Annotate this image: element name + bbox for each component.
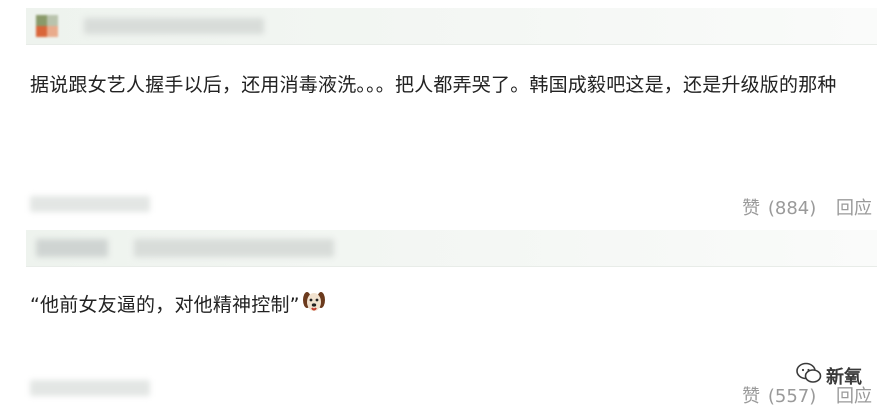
comment-actions: 赞 (884) 回应	[742, 194, 872, 220]
reply-button[interactable]: 回应	[836, 386, 872, 407]
comment-text: 据说跟女艺人握手以后，还用消毒液洗。。。把人都弄哭了。韩国成毅吧这是，还是升级版…	[30, 74, 837, 96]
like-count: (557)	[767, 386, 817, 407]
like-label: 赞	[742, 198, 761, 219]
like-count: (884)	[767, 198, 817, 219]
timestamp-redacted	[30, 380, 150, 396]
avatar[interactable]	[36, 15, 58, 37]
comment-header	[26, 8, 877, 45]
like-label: 赞	[742, 386, 761, 407]
wechat-icon	[796, 362, 822, 389]
watermark: 新氧	[796, 362, 862, 389]
like-button[interactable]: 赞 (884)	[742, 198, 816, 219]
comment-text-content: “他前女友逼的，对他精神控制”	[30, 294, 300, 316]
timestamp-redacted	[30, 196, 150, 212]
like-button[interactable]: 赞 (557)	[742, 386, 816, 407]
username-redacted	[84, 18, 264, 34]
username-redacted	[134, 239, 334, 257]
avatar[interactable]	[36, 239, 108, 257]
comment-header	[26, 230, 877, 267]
reply-button[interactable]: 回应	[836, 198, 872, 219]
comment-text: “他前女友逼的，对他精神控制”	[30, 289, 326, 324]
watermark-label: 新氧	[826, 366, 862, 388]
dog-face-icon	[302, 289, 326, 324]
